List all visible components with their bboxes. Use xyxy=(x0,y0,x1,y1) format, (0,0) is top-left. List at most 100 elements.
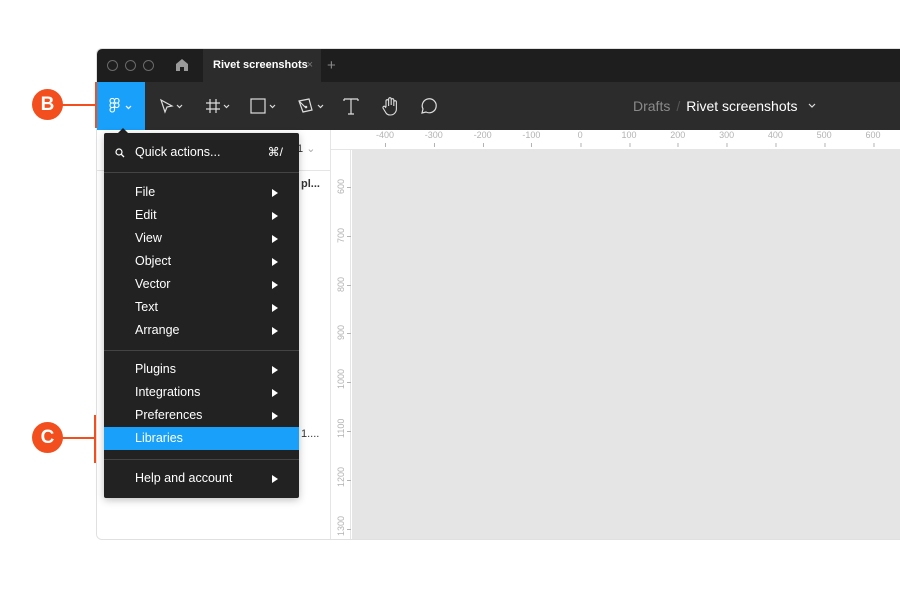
menu-item-edit[interactable]: Edit xyxy=(104,204,299,227)
new-tab-button[interactable]: + xyxy=(327,49,336,82)
horizontal-ruler: -400 -300 -200 -100 0 100 200 300 400 500 600 xyxy=(331,130,900,150)
rectangle-icon xyxy=(250,98,276,114)
menu-item-plugins[interactable]: Plugins xyxy=(104,358,299,381)
close-window-button[interactable] xyxy=(107,60,118,71)
ruler-tick-label: 600 xyxy=(865,130,881,147)
ruler-tick-label: 200 xyxy=(670,130,686,147)
hand-icon xyxy=(382,97,397,116)
menu-item-label: Edit xyxy=(135,208,157,222)
minimize-window-button[interactable] xyxy=(125,60,136,71)
menu-item-label: Text xyxy=(135,300,158,314)
ruler-tick-label: 100 xyxy=(621,130,637,147)
ruler-tick-label: 1200 xyxy=(336,466,346,487)
main-menu-dropdown: Quick actions... ⌘/ File Edit View Object Ve… xyxy=(104,133,299,498)
zoom-window-button[interactable] xyxy=(143,60,154,71)
comment-tool[interactable] xyxy=(419,82,439,130)
submenu-arrow-icon xyxy=(272,366,278,374)
hand-tool[interactable] xyxy=(381,82,401,130)
move-tool[interactable] xyxy=(159,82,185,130)
callout-c-connector xyxy=(62,437,95,439)
ruler-tick: 1300 xyxy=(331,514,351,539)
submenu-arrow-icon xyxy=(272,258,278,266)
menu-item-label: View xyxy=(135,231,162,245)
ruler-tick: 1000 xyxy=(331,367,351,397)
menu-item-help-and-account[interactable]: Help and account xyxy=(104,467,299,490)
submenu-arrow-icon xyxy=(272,212,278,220)
menu-item-label: Integrations xyxy=(135,385,201,399)
layer-item[interactable]: pl... xyxy=(301,178,320,190)
ruler-tick: 800 xyxy=(331,270,351,300)
menu-item-quick-actions[interactable]: Quick actions... ⌘/ xyxy=(104,141,299,164)
ruler-tick-label: 400 xyxy=(767,130,783,147)
ruler-tick: 1100 xyxy=(331,416,351,446)
menu-divider xyxy=(104,172,299,173)
menu-item-vector[interactable]: Vector xyxy=(104,273,299,296)
tab-close-icon[interactable]: × xyxy=(307,49,313,82)
vertical-ruler: 600 700 800 900 1000 1100 1200 1300 xyxy=(331,150,351,539)
layer-item[interactable]: 1.... xyxy=(301,428,319,440)
ruler-tick: 1200 xyxy=(331,465,351,495)
file-tab[interactable]: Rivet screenshots × xyxy=(203,49,321,82)
search-icon xyxy=(115,148,125,158)
callout-c-bracket xyxy=(94,415,96,463)
main-menu-button[interactable] xyxy=(97,82,145,130)
submenu-arrow-icon xyxy=(272,281,278,289)
submenu-arrow-icon xyxy=(272,235,278,243)
menu-item-libraries[interactable]: Libraries xyxy=(104,427,299,450)
chevron-down-icon[interactable] xyxy=(805,101,819,111)
submenu-arrow-icon xyxy=(272,189,278,197)
ruler-tick: 700 xyxy=(331,221,351,251)
ruler-tick-label: 700 xyxy=(336,227,346,243)
ruler-tick: 900 xyxy=(331,318,351,348)
breadcrumb-file-name[interactable]: Rivet screenshots xyxy=(686,98,797,114)
menu-item-view[interactable]: View xyxy=(104,227,299,250)
shortcut-label: ⌘/ xyxy=(267,145,283,159)
menu-item-label: Arrange xyxy=(135,323,180,337)
shape-tool[interactable] xyxy=(250,82,280,130)
menu-item-label: Libraries xyxy=(135,431,183,445)
move-arrow-icon xyxy=(159,98,183,114)
ruler-tick-label: -400 xyxy=(375,130,395,147)
menu-item-integrations[interactable]: Integrations xyxy=(104,381,299,404)
frame-tool[interactable] xyxy=(205,82,233,130)
menu-item-object[interactable]: Object xyxy=(104,250,299,273)
menu-item-label: Quick actions... xyxy=(135,145,221,159)
breadcrumb-drafts[interactable]: Drafts xyxy=(633,98,670,114)
menu-item-text[interactable]: Text xyxy=(104,296,299,319)
ruler-tick-label: 500 xyxy=(816,130,832,147)
figma-logo-icon xyxy=(109,98,132,113)
text-t-icon xyxy=(343,98,359,115)
ruler-tick-label: 600 xyxy=(336,178,346,194)
menu-item-label: File xyxy=(135,185,156,199)
ruler-tick-label: 900 xyxy=(336,325,346,341)
comment-bubble-icon xyxy=(421,98,437,114)
home-icon[interactable] xyxy=(175,58,189,72)
menu-item-label: Vector xyxy=(135,277,171,291)
pen-icon xyxy=(298,98,324,113)
breadcrumb-separator: / xyxy=(676,98,681,114)
submenu-arrow-icon xyxy=(272,304,278,312)
menu-item-label: Preferences xyxy=(135,408,203,422)
pen-tool[interactable] xyxy=(297,82,327,130)
ruler-tick-label: -100 xyxy=(522,130,541,147)
menu-item-label: Plugins xyxy=(135,362,176,376)
text-tool[interactable] xyxy=(343,82,359,130)
title-bar: Rivet screenshots × + xyxy=(97,49,900,82)
ruler-tick-label: -300 xyxy=(424,130,443,147)
callout-c-badge: C xyxy=(32,422,63,453)
ruler-tick-label: 1000 xyxy=(336,369,346,390)
menu-item-label: Help and account xyxy=(135,471,233,485)
submenu-arrow-icon xyxy=(272,327,278,335)
menu-item-arrange[interactable]: Arrange xyxy=(104,319,299,342)
callout-b-connector xyxy=(62,104,96,106)
canvas[interactable] xyxy=(352,150,900,539)
page-selector[interactable]: 1 ⌄ xyxy=(297,142,315,155)
menu-divider xyxy=(104,350,299,351)
frame-hash-icon xyxy=(206,99,230,113)
ruler-tick-label: 1100 xyxy=(336,418,346,438)
ruler-tick-label: 300 xyxy=(719,130,735,147)
menu-item-preferences[interactable]: Preferences xyxy=(104,404,299,427)
ruler-tick-label: 0 xyxy=(577,130,583,147)
callout-b-badge: B xyxy=(32,89,63,120)
menu-item-file[interactable]: File xyxy=(104,181,299,204)
